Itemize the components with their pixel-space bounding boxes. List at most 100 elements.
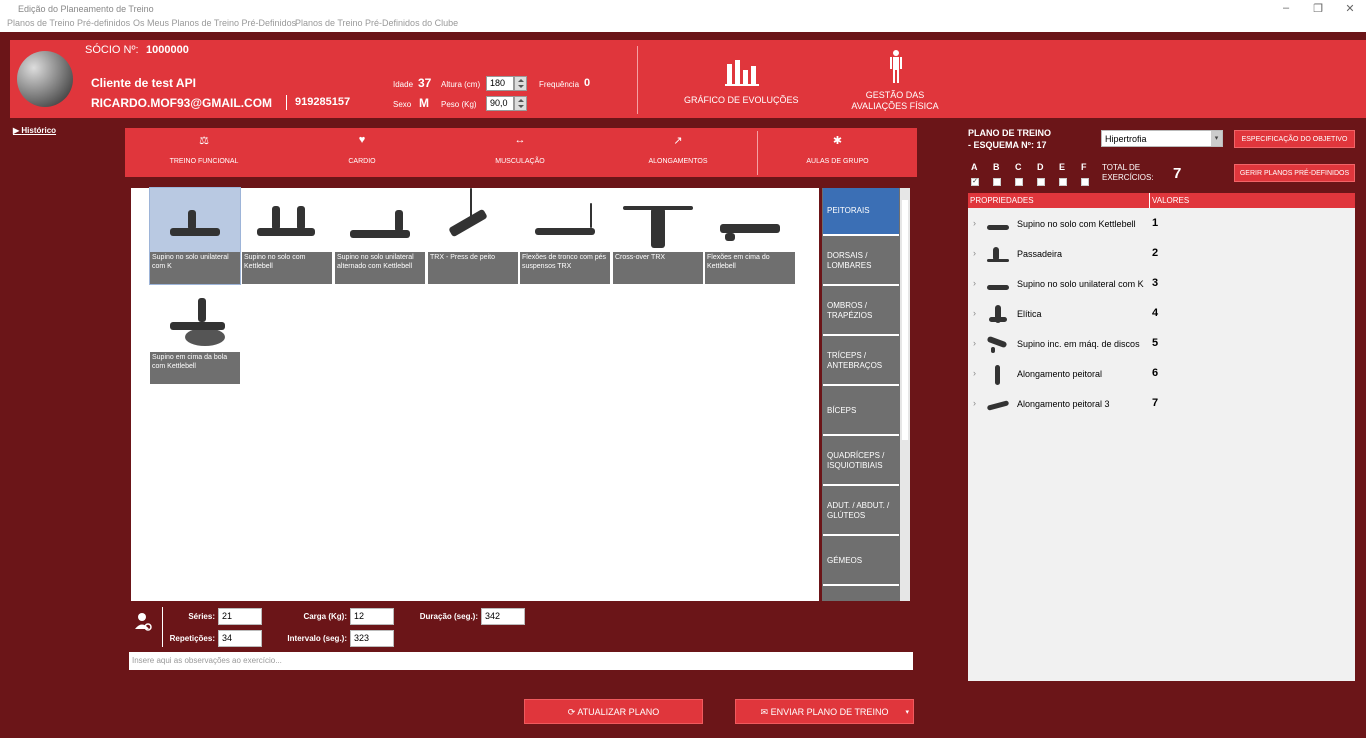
envelope-icon: ✉ xyxy=(760,707,771,717)
peso-stepper[interactable] xyxy=(514,96,527,111)
observacoes-input[interactable]: Insere aqui as observações ao exercício.… xyxy=(129,652,913,670)
exercise-card[interactable]: Supino no solo com Kettlebell xyxy=(242,188,332,284)
letter-b: B xyxy=(993,162,1000,172)
exercise-card[interactable]: Flexões em cima do Kettlebell xyxy=(705,188,795,284)
exercise-thumb xyxy=(985,395,1011,413)
muscle-biceps[interactable]: BÍCEPS xyxy=(823,388,899,436)
checkbox-d[interactable] xyxy=(1037,178,1045,186)
carga-input[interactable]: 12 xyxy=(350,608,394,625)
chevron-right-icon[interactable]: › xyxy=(973,338,976,348)
objective-select[interactable]: Hipertrofia ▾ xyxy=(1101,130,1223,147)
exercise-caption: Cross-over TRX xyxy=(615,254,666,261)
duracao-label: Duração (seg.): xyxy=(419,612,478,621)
peso-input[interactable]: 90,0 xyxy=(486,96,514,111)
menu-item-planos-clube[interactable]: Planos de Treino Pré-Definidos do Clube xyxy=(295,18,458,28)
dumbbell-icon: ↔ xyxy=(514,134,526,146)
grafico-evolucoes-button[interactable]: GRÁFICO DE EVOLUÇÕES xyxy=(680,52,805,112)
chevron-right-icon[interactable]: › xyxy=(973,368,976,378)
list-item[interactable]: › Supino inc. em máq. de discos 5 xyxy=(968,329,1355,359)
minimize-button[interactable]: – xyxy=(1276,2,1296,14)
restore-button[interactable]: ❐ xyxy=(1308,2,1328,15)
list-item[interactable]: › Alongamento peitoral 6 xyxy=(968,359,1355,389)
muscle-dorsais-lombares[interactable]: DORSAIS / LOMBARES xyxy=(823,238,899,286)
exercise-thumb xyxy=(985,215,1011,233)
sexo-value: M xyxy=(419,96,429,110)
atualizar-plano-button[interactable]: ⟳ ATUALIZAR PLANO xyxy=(524,699,703,724)
tab-label: MUSCULAÇÃO xyxy=(495,158,545,165)
series-input[interactable]: 21 xyxy=(218,608,262,625)
exercise-image xyxy=(150,188,240,252)
tab-musculacao[interactable]: ↔ MUSCULAÇÃO xyxy=(441,128,599,177)
tab-label: AULAS DE GRUPO xyxy=(806,158,869,165)
list-item[interactable]: › Passadeira 2 xyxy=(968,239,1355,269)
client-name: Cliente de test API xyxy=(91,76,196,90)
intervalo-input[interactable]: 323 xyxy=(350,630,394,647)
enviar-plano-button[interactable]: ✉ ENVIAR PLANO DE TREINO ▾ xyxy=(735,699,914,724)
tab-aulas-grupo[interactable]: ✱ AULAS DE GRUPO xyxy=(758,128,917,177)
exercise-card[interactable]: Flexões de tronco com pés suspensos TRX xyxy=(520,188,610,284)
list-item[interactable]: › Elítica 4 xyxy=(968,299,1355,329)
exercise-image xyxy=(705,188,795,252)
scrollbar[interactable] xyxy=(900,188,910,601)
close-button[interactable]: ✕ xyxy=(1340,2,1360,15)
list-item[interactable]: › Supino no solo unilateral com K 3 xyxy=(968,269,1355,299)
checkbox-f[interactable] xyxy=(1081,178,1089,186)
exercise-image xyxy=(613,188,703,252)
muscle-quadriceps[interactable]: QUADRÍCEPS / ISQUIOTIBIAIS xyxy=(823,438,899,486)
plan-esquema: - ESQUEMA Nº: 17 xyxy=(968,140,1047,150)
tab-alongamentos[interactable]: ↗ ALONGAMENTOS xyxy=(599,128,757,177)
exercise-card[interactable]: Supino no solo unilateral alternado com … xyxy=(335,188,425,284)
tab-treino-funcional[interactable]: ⚖ TREINO FUNCIONAL xyxy=(125,128,283,177)
exercise-image xyxy=(242,188,332,252)
item-value: 2 xyxy=(1152,247,1159,259)
repeticoes-input[interactable]: 34 xyxy=(218,630,262,647)
exercise-card[interactable]: Supino em cima da bola com Kettlebell xyxy=(150,288,240,384)
exercise-caption: Supino no solo unilateral alternado com … xyxy=(337,254,414,270)
user-settings-icon[interactable] xyxy=(135,612,153,632)
chevron-right-icon[interactable]: › xyxy=(973,218,976,228)
list-item[interactable]: › Supino no solo com Kettlebell 1 xyxy=(968,209,1355,239)
exercise-card[interactable]: TRX - Press de peito xyxy=(428,188,518,284)
checkbox-c[interactable] xyxy=(1015,178,1023,186)
tab-cardio[interactable]: ♥ CARDIO xyxy=(283,128,441,177)
checkbox-b[interactable] xyxy=(993,178,1001,186)
duracao-input[interactable]: 342 xyxy=(481,608,525,625)
chevron-right-icon[interactable]: › xyxy=(973,308,976,318)
menu-item-meus-planos[interactable]: Os Meus Planos de Treino Pré-Definidos xyxy=(133,18,296,28)
gestao-avaliacoes-button[interactable]: GESTÃO DAS AVALIAÇÕES FÍSICA xyxy=(845,50,945,114)
checkbox-a[interactable]: ✓ xyxy=(971,178,979,186)
item-name: Alongamento peitoral xyxy=(1017,369,1103,379)
altura-stepper[interactable] xyxy=(514,76,527,91)
exercise-card[interactable]: Supino no solo unilateral com K xyxy=(149,187,241,285)
total-value: 7 xyxy=(1173,165,1182,182)
exercise-thumb xyxy=(985,335,1011,353)
item-value: 5 xyxy=(1152,337,1159,349)
avatar xyxy=(17,51,73,107)
checkbox-e[interactable] xyxy=(1059,178,1067,186)
especificacao-objetivo-button[interactable]: ESPECIFICAÇÃO DO OBJETIVO xyxy=(1234,130,1355,148)
chevron-down-icon[interactable]: ▾ xyxy=(1211,131,1222,146)
muscle-triceps-antebracos[interactable]: TRÍCEPS / ANTEBRAÇOS xyxy=(823,338,899,386)
menu-item-planos[interactable]: Planos de Treino Pré-definidos xyxy=(7,18,130,28)
chevron-right-icon[interactable]: › xyxy=(973,248,976,258)
muscle-ombros-trapezios[interactable]: OMBROS / TRAPÉZIOS xyxy=(823,288,899,336)
item-name: Passadeira xyxy=(1017,249,1063,259)
muscle-gemeos[interactable]: GÉMEOS xyxy=(823,538,899,586)
scrollbar-thumb[interactable] xyxy=(902,200,908,440)
dropdown-arrow-icon[interactable]: ▾ xyxy=(905,700,909,725)
list-item[interactable]: › Alongamento peitoral 3 7 xyxy=(968,389,1355,419)
muscle-peitorais[interactable]: PEITORAIS xyxy=(823,188,899,236)
bar-chart-icon xyxy=(725,60,759,86)
exercise-card[interactable]: Cross-over TRX xyxy=(613,188,703,284)
altura-input[interactable]: 180 xyxy=(486,76,514,91)
divider xyxy=(286,95,287,110)
altura-label: Altura (cm) xyxy=(441,80,481,89)
gerir-planos-button[interactable]: GERIR PLANOS PRÉ-DEFINIDOS xyxy=(1234,164,1355,182)
historico-link[interactable]: ▶ Histórico xyxy=(13,126,56,135)
muscle-adut-abdut-gluteos[interactable]: ADUT. / ABDUT. / GLÚTEOS xyxy=(823,488,899,536)
chevron-right-icon[interactable]: › xyxy=(973,398,976,408)
exercise-image xyxy=(428,188,518,252)
tab-label: CARDIO xyxy=(348,158,376,165)
item-value: 7 xyxy=(1152,397,1159,409)
chevron-right-icon[interactable]: › xyxy=(973,278,976,288)
